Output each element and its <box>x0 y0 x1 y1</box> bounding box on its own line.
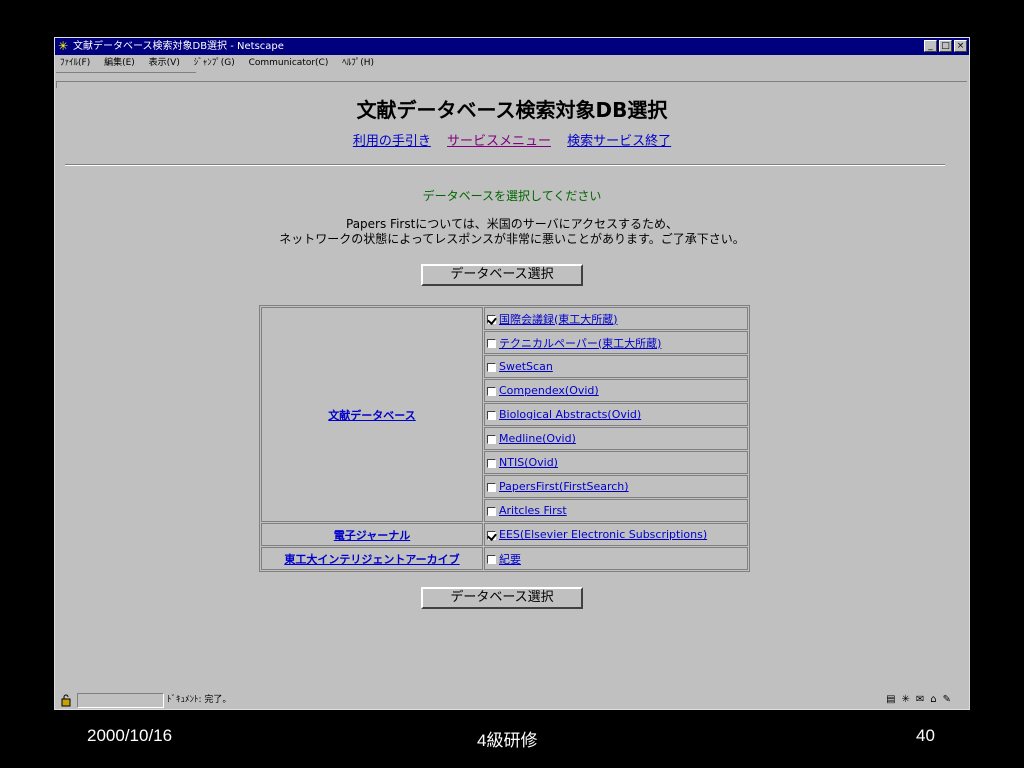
menu-communicator[interactable]: Communicator(C) <box>249 58 329 68</box>
top-links: 利用の手引き サービスメニュー 検索サービス終了 <box>57 130 967 149</box>
category-bibliographic-db[interactable]: 文献データベース <box>328 409 415 422</box>
status-text: ﾄﾞｷｭﾒﾝﾄ: 完了。 <box>167 695 232 705</box>
option-link[interactable]: PapersFirst(FirstSearch) <box>499 480 629 493</box>
footer-page-number: 40 <box>916 726 935 745</box>
notice-text: Papers Firstについては、米国のサーバにアクセスするため、 ネットワー… <box>57 217 967 247</box>
window-title: 文献データベース検索対象DB選択 - Netscape <box>73 41 284 52</box>
checkbox[interactable] <box>487 434 496 444</box>
checkbox[interactable] <box>487 386 496 396</box>
security-lock-icon[interactable] <box>59 693 73 707</box>
menu-view[interactable]: 表示(V) <box>149 58 180 68</box>
menu-help[interactable]: ﾍﾙﾌﾟ(H) <box>342 58 374 68</box>
menu-file[interactable]: ﾌｧｲﾙ(F) <box>60 58 90 68</box>
option-row: PapersFirst(FirstSearch) <box>484 475 748 498</box>
category-intelligent-archive[interactable]: 東工大インテリジェントアーカイブ <box>284 553 459 566</box>
notice-line-2: ネットワークの状態によってレスポンスが非常に悪いことがあります。ご了承下さい。 <box>279 232 745 246</box>
select-prompt: データベースを選択してください <box>422 189 602 203</box>
browser-window: ✳ 文献データベース検索対象DB選択 - Netscape _ □ × ﾌｧｲﾙ… <box>54 37 970 710</box>
footer-course: 4級研修 <box>477 731 538 750</box>
option-link[interactable]: Medline(Ovid) <box>499 432 576 445</box>
option-link[interactable]: Compendex(Ovid) <box>499 384 599 397</box>
checkbox[interactable] <box>487 362 496 372</box>
category-e-journal[interactable]: 電子ジャーナル <box>334 529 410 542</box>
maximize-button[interactable]: □ <box>939 40 952 52</box>
option-link[interactable]: EES(Elsevier Electronic Subscriptions) <box>499 528 707 541</box>
option-row: EES(Elsevier Electronic Subscriptions) <box>484 523 748 546</box>
option-row: Compendex(Ovid) <box>484 379 748 402</box>
option-row: Biological Abstracts(Ovid) <box>484 403 748 426</box>
checkbox[interactable] <box>487 482 496 492</box>
option-link[interactable]: NTIS(Ovid) <box>499 456 558 469</box>
collapsed-toolbars[interactable] <box>56 72 196 88</box>
menu-go[interactable]: ｼﾞｬﾝﾌﾟ(G) <box>194 58 235 68</box>
status-bar: ﾄﾞｷｭﾒﾝﾄ: 完了。 ▤✳✉⌂✎ <box>57 692 967 708</box>
database-select-button-top[interactable]: データベース選択 <box>421 264 583 286</box>
checkbox[interactable] <box>487 410 496 420</box>
option-link[interactable]: SwetScan <box>499 360 553 373</box>
database-table: 文献データベース 国際会議録(東工大所蔵) テクニカルペーパー(東工大所蔵) S… <box>259 305 750 572</box>
link-service-menu[interactable]: サービスメニュー <box>447 134 551 149</box>
menu-edit[interactable]: 編集(E) <box>104 58 135 68</box>
page-title: 文献データベース検索対象DB選択 <box>356 98 668 122</box>
checkbox[interactable] <box>487 555 496 564</box>
category-cell: 電子ジャーナル <box>261 523 483 546</box>
component-bar-icons[interactable]: ▤✳✉⌂✎ <box>886 692 957 708</box>
progress-cell <box>77 693 164 708</box>
checkbox[interactable] <box>487 506 496 516</box>
notice-line-1: Papers Firstについては、米国のサーバにアクセスするため、 <box>346 217 678 231</box>
option-link[interactable]: テクニカルペーパー(東工大所蔵) <box>499 337 661 350</box>
checkbox[interactable] <box>487 315 496 324</box>
option-row: SwetScan <box>484 355 748 378</box>
option-link[interactable]: Aritcles First <box>499 504 567 517</box>
link-end-service[interactable]: 検索サービス終了 <box>567 134 671 149</box>
title-bar: ✳ 文献データベース検索対象DB選択 - Netscape _ □ × <box>55 38 969 55</box>
menu-bar: ﾌｧｲﾙ(F) 編集(E) 表示(V) ｼﾞｬﾝﾌﾟ(G) Communicat… <box>55 55 969 71</box>
checkbox[interactable] <box>487 339 496 348</box>
option-link[interactable]: Biological Abstracts(Ovid) <box>499 408 641 421</box>
option-row: テクニカルペーパー(東工大所蔵) <box>484 331 748 354</box>
footer-date: 2000/10/16 <box>87 726 173 745</box>
option-row: Medline(Ovid) <box>484 427 748 450</box>
category-cell: 東工大インテリジェントアーカイブ <box>261 547 483 570</box>
page-content: 文献データベース検索対象DB選択 利用の手引き サービスメニュー 検索サービス終… <box>57 81 967 692</box>
link-user-guide[interactable]: 利用の手引き <box>353 134 431 149</box>
checkbox[interactable] <box>487 458 496 468</box>
option-row: Aritcles First <box>484 499 748 522</box>
checkbox[interactable] <box>487 530 496 540</box>
close-button[interactable]: × <box>954 40 967 52</box>
netscape-icon: ✳ <box>58 39 69 53</box>
option-row: 国際会議録(東工大所蔵) <box>484 307 748 330</box>
option-row: NTIS(Ovid) <box>484 451 748 474</box>
minimize-button[interactable]: _ <box>924 40 937 52</box>
option-row: 紀要 <box>484 547 748 570</box>
divider <box>65 164 945 166</box>
option-link[interactable]: 国際会議録(東工大所蔵) <box>499 313 618 326</box>
option-link[interactable]: 紀要 <box>499 553 521 566</box>
database-select-button-bottom[interactable]: データベース選択 <box>421 587 583 609</box>
category-cell: 文献データベース <box>261 307 483 522</box>
